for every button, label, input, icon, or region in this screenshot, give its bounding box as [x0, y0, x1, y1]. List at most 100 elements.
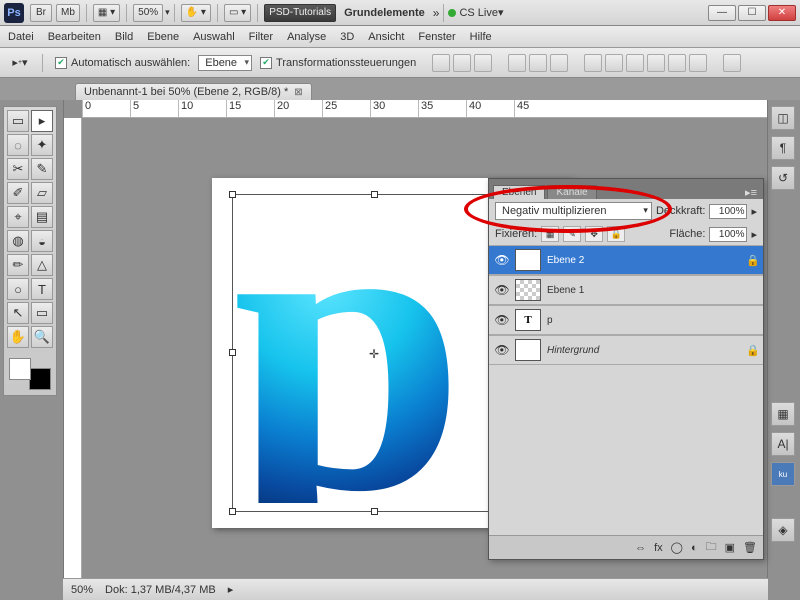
handle-bl[interactable]: [229, 508, 236, 515]
tool-hand[interactable]: ✋: [7, 326, 29, 348]
link-layers-icon[interactable]: ⇔: [635, 542, 646, 554]
align-vcenter-icon[interactable]: [453, 54, 471, 72]
dock-kuler-icon[interactable]: ku: [771, 462, 795, 486]
tool-crop[interactable]: ✂: [7, 158, 29, 180]
tool-path[interactable]: ↖: [7, 302, 29, 324]
view-mode-button[interactable]: ▦ ▾: [93, 4, 120, 22]
tool-wand[interactable]: ✦: [31, 134, 53, 156]
workspace-select[interactable]: PSD-Tutorials: [264, 4, 336, 22]
layer-row[interactable]: 👁Tp: [489, 305, 763, 335]
screen-mode-icon[interactable]: ▭ ▾: [224, 4, 251, 22]
tool-eraser[interactable]: ◍: [7, 230, 29, 252]
tool-eyedropper[interactable]: ✎: [31, 158, 53, 180]
more-arrow-icon[interactable]: »: [433, 6, 440, 20]
dock-layers-icon[interactable]: ◈: [771, 518, 795, 542]
lock-transparency-icon[interactable]: ▦: [541, 226, 559, 242]
layer-name[interactable]: Hintergrund: [547, 345, 743, 356]
layer-thumb[interactable]: [515, 279, 541, 301]
tab-kanaele[interactable]: Kanäle: [547, 185, 596, 199]
dock-paragraph-icon[interactable]: ¶: [771, 136, 795, 160]
delete-layer-icon[interactable]: 🗑: [743, 541, 757, 554]
tool-move[interactable]: ▸: [31, 110, 53, 132]
lock-position-icon[interactable]: ✥: [585, 226, 603, 242]
layer-row[interactable]: 👁PEbene 2🔒: [489, 245, 763, 275]
menu-hilfe[interactable]: Hilfe: [470, 31, 492, 43]
align-hcenter-icon[interactable]: [529, 54, 547, 72]
menu-3d[interactable]: 3D: [340, 31, 354, 43]
handle-tl[interactable]: [229, 191, 236, 198]
visibility-icon[interactable]: 👁: [489, 313, 515, 327]
visibility-icon[interactable]: 👁: [489, 253, 515, 267]
lock-all-icon[interactable]: 🔒: [607, 226, 625, 242]
minimize-button[interactable]: —: [708, 5, 736, 21]
tool-heal[interactable]: ✐: [7, 182, 29, 204]
auto-select-target[interactable]: Ebene: [198, 55, 252, 71]
active-tool-icon[interactable]: ▸+ ▾: [10, 53, 30, 73]
align-top-icon[interactable]: [432, 54, 450, 72]
handle-bc[interactable]: [371, 508, 378, 515]
new-layer-icon[interactable]: ▣: [725, 541, 735, 554]
tool-blur[interactable]: ✏: [7, 254, 29, 276]
dist-5-icon[interactable]: [668, 54, 686, 72]
menu-auswahl[interactable]: Auswahl: [193, 31, 235, 43]
panel-menu-icon[interactable]: ▸≡: [745, 186, 757, 199]
align-bottom-icon[interactable]: [474, 54, 492, 72]
new-group-icon[interactable]: 🗀: [706, 538, 717, 557]
menu-bild[interactable]: Bild: [115, 31, 133, 43]
close-tab-icon[interactable]: ⊠: [294, 87, 302, 98]
tab-ebenen[interactable]: Ebenen: [493, 185, 545, 199]
tool-marquee[interactable]: ▭: [7, 110, 29, 132]
layer-thumb[interactable]: [515, 339, 541, 361]
menu-fenster[interactable]: Fenster: [418, 31, 455, 43]
layer-thumb[interactable]: P: [515, 249, 541, 271]
layer-mask-icon[interactable]: ◯: [671, 541, 683, 554]
tool-brush[interactable]: ▱: [31, 182, 53, 204]
layer-name[interactable]: Ebene 1: [547, 285, 743, 296]
lock-pixels-icon[interactable]: ✎: [563, 226, 581, 242]
align-right-icon[interactable]: [550, 54, 568, 72]
document-tab[interactable]: Unbenannt-1 bei 50% (Ebene 2, RGB/8) * ⊠: [75, 83, 312, 100]
visibility-icon[interactable]: 👁: [489, 343, 515, 357]
bg-swatch[interactable]: [29, 368, 51, 390]
layer-name[interactable]: p: [547, 315, 743, 326]
tool-dodge[interactable]: △: [31, 254, 53, 276]
tool-pen[interactable]: ○: [7, 278, 29, 300]
visibility-icon[interactable]: 👁: [489, 283, 515, 297]
layer-thumb[interactable]: T: [515, 309, 541, 331]
opacity-slider-icon[interactable]: ▸: [751, 205, 757, 218]
tool-type[interactable]: T: [31, 278, 53, 300]
dist-6-icon[interactable]: [689, 54, 707, 72]
layer-name[interactable]: Ebene 2: [547, 255, 743, 266]
minibridge-button[interactable]: Mb: [56, 4, 80, 22]
menu-analyse[interactable]: Analyse: [287, 31, 326, 43]
dock-swatches-icon[interactable]: ▦: [771, 402, 795, 426]
maximize-button[interactable]: ☐: [738, 5, 766, 21]
fill-field[interactable]: 100%: [709, 227, 747, 242]
align-left-icon[interactable]: [508, 54, 526, 72]
handle-ml[interactable]: [229, 349, 236, 356]
tool-zoom[interactable]: 🔍: [31, 326, 53, 348]
zoom-selector[interactable]: 50%: [133, 4, 163, 22]
dock-character-icon[interactable]: A|: [771, 432, 795, 456]
close-button[interactable]: ✕: [768, 5, 796, 21]
dist-3-icon[interactable]: [626, 54, 644, 72]
menu-ansicht[interactable]: Ansicht: [368, 31, 404, 43]
tool-lasso[interactable]: ◌: [7, 134, 29, 156]
fill-slider-icon[interactable]: ▸: [751, 228, 757, 241]
bridge-button[interactable]: Br: [30, 4, 52, 22]
dist-2-icon[interactable]: [605, 54, 623, 72]
status-doc-info[interactable]: Dok: 1,37 MB/4,37 MB: [105, 584, 216, 596]
layer-fx-icon[interactable]: fx: [654, 542, 663, 554]
status-arrow-icon[interactable]: ▸: [228, 583, 234, 596]
status-zoom[interactable]: 50%: [71, 584, 93, 596]
fg-swatch[interactable]: [9, 358, 31, 380]
auto-align-icon[interactable]: [723, 54, 741, 72]
auto-select-checkbox[interactable]: ✔Automatisch auswählen:: [55, 57, 190, 69]
transform-controls-checkbox[interactable]: ✔Transformationssteuerungen: [260, 57, 416, 69]
tool-shape[interactable]: ▭: [31, 302, 53, 324]
menu-ebene[interactable]: Ebene: [147, 31, 179, 43]
transform-center-icon[interactable]: ✛: [369, 347, 379, 361]
adjustment-layer-icon[interactable]: ◐: [691, 542, 698, 554]
opacity-field[interactable]: 100%: [709, 204, 747, 219]
hand-mode-icon[interactable]: ✋ ▾: [181, 4, 211, 22]
